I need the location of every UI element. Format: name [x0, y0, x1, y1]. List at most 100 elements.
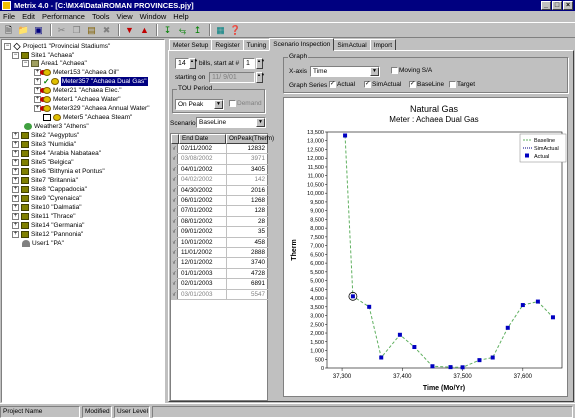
- tree-node-site[interactable]: + Site2 "Aegyptus": [12, 131, 79, 140]
- tab-scenario-inspection[interactable]: Scenario Inspection: [269, 38, 335, 51]
- expand-icon[interactable]: +: [12, 231, 19, 238]
- table-row[interactable]: √ 06/01/2002 1268: [171, 196, 268, 207]
- table-row[interactable]: √ 04/01/2002 3405: [171, 164, 268, 176]
- moving-sa-checkbox-box[interactable]: [391, 67, 398, 74]
- cell-onpeak[interactable]: 35: [226, 227, 267, 238]
- expand-icon[interactable]: +: [12, 177, 19, 184]
- tree-node-site[interactable]: + Site5 "Belgica": [12, 158, 74, 167]
- tree-down-icon[interactable]: ↧: [161, 24, 174, 37]
- copy-icon[interactable]: ❐: [70, 24, 83, 37]
- target-checkbox-box[interactable]: [449, 81, 456, 88]
- tou-period-select[interactable]: On Peak ▼: [175, 99, 224, 110]
- cell-end-date[interactable]: 10/01/2002: [179, 238, 225, 248]
- cell-end-date[interactable]: 06/01/2002: [179, 196, 225, 206]
- demand-checkbox-box[interactable]: [229, 100, 236, 107]
- cell-end-date[interactable]: 12/01/2002: [179, 258, 225, 268]
- starting-on-spinner[interactable]: ▲▼: [256, 72, 265, 83]
- tree-node-site[interactable]: + Site6 "Bithynia et Pontus": [12, 167, 105, 176]
- tree-node-site[interactable]: + Site4 "Arabia Nabataea": [12, 149, 101, 158]
- actual-checkbox[interactable]: ✓ Actual: [329, 81, 355, 88]
- table-row[interactable]: √ 12/01/2002 3740: [171, 258, 268, 269]
- cell-onpeak[interactable]: 2016: [226, 185, 267, 196]
- baseline-checkbox-box[interactable]: ✓: [409, 81, 416, 88]
- cell-onpeak[interactable]: 128: [226, 206, 267, 217]
- collapse-icon[interactable]: −: [22, 60, 29, 67]
- move-down-icon[interactable]: ▼: [123, 24, 136, 37]
- table-row[interactable]: √ 03/01/2003 5547: [171, 289, 268, 300]
- start-number-input[interactable]: 1: [243, 58, 255, 69]
- start-number-spinner[interactable]: ▲▼: [256, 58, 265, 69]
- table-row[interactable]: √ 07/01/2002 128: [171, 206, 268, 217]
- row-indicator-icon[interactable]: √: [171, 268, 178, 279]
- cell-end-date[interactable]: 04/30/2002: [179, 186, 225, 196]
- menu-view[interactable]: View: [116, 12, 132, 21]
- cell-end-date[interactable]: 09/01/2002: [179, 227, 225, 237]
- cell-onpeak[interactable]: 6891: [226, 279, 267, 290]
- minimize-button[interactable]: _: [541, 1, 551, 10]
- tree-node-meter357[interactable]: + ✓ Meter357 "Achaea Dual Gas": [34, 77, 148, 86]
- row-indicator-icon[interactable]: √: [171, 185, 178, 195]
- table-row[interactable]: √ 11/01/2002 2888: [171, 248, 268, 259]
- cell-end-date[interactable]: 01/01/2003: [179, 269, 225, 279]
- row-indicator-icon[interactable]: √: [171, 144, 178, 154]
- expand-icon[interactable]: +: [34, 69, 41, 76]
- column-header-onpeak[interactable]: OnPeak(Therm): [226, 134, 274, 144]
- cell-end-date[interactable]: 08/01/2002: [179, 217, 225, 227]
- expand-icon[interactable]: +: [34, 87, 41, 94]
- cell-onpeak[interactable]: 5547: [226, 289, 267, 300]
- row-indicator-icon[interactable]: √: [171, 154, 178, 164]
- report-icon[interactable]: ▦: [214, 24, 227, 37]
- row-indicator-icon[interactable]: √: [171, 258, 178, 268]
- target-checkbox[interactable]: Target: [449, 81, 475, 88]
- expand-icon[interactable]: +: [12, 213, 19, 220]
- expand-icon[interactable]: +: [12, 186, 19, 193]
- expand-icon[interactable]: +: [12, 204, 19, 211]
- expand-icon[interactable]: +: [12, 132, 19, 139]
- dropdown-arrow-icon[interactable]: ▼: [214, 100, 223, 109]
- tree-node-weather3[interactable]: Weather3 "Athens": [24, 122, 89, 131]
- tree-node-site[interactable]: + Site14 "Germania": [12, 221, 84, 230]
- row-indicator-icon[interactable]: √: [171, 164, 178, 175]
- paste-icon[interactable]: ▤: [85, 24, 98, 37]
- cut-icon[interactable]: ✂: [55, 24, 68, 37]
- cell-end-date[interactable]: 02/01/2003: [179, 279, 225, 289]
- tree-node-site[interactable]: + Site9 "Cyrenaica": [12, 194, 82, 203]
- actual-checkbox-box[interactable]: ✓: [329, 81, 336, 88]
- cell-onpeak[interactable]: 4728: [226, 268, 267, 279]
- baseline-checkbox[interactable]: ✓ BaseLine: [409, 81, 444, 88]
- menu-window[interactable]: Window: [140, 12, 167, 21]
- bills-count-input[interactable]: 14: [175, 58, 189, 69]
- tree-node-meter329[interactable]: + Meter329 "Achaea Annual Water": [34, 104, 150, 113]
- tree-branch-icon[interactable]: ⥃: [176, 24, 189, 37]
- table-row[interactable]: √ 02/11/2002 12832: [171, 144, 268, 155]
- expand-icon[interactable]: +: [12, 150, 19, 157]
- expand-icon[interactable]: +: [12, 195, 19, 202]
- x-axis-select[interactable]: Time ▼: [310, 66, 380, 77]
- table-row[interactable]: √ 09/01/2002 35: [171, 227, 268, 238]
- close-button[interactable]: ×: [563, 1, 573, 10]
- tree-up-icon[interactable]: ↥: [191, 24, 204, 37]
- table-row[interactable]: √ 02/01/2003 6891: [171, 279, 268, 290]
- row-indicator-icon[interactable]: √: [171, 289, 178, 299]
- table-row[interactable]: √ 04/30/2002 2016: [171, 185, 268, 196]
- simactual-checkbox[interactable]: ✓ SimActual: [364, 81, 401, 88]
- row-indicator-icon[interactable]: √: [171, 237, 178, 247]
- expand-icon[interactable]: +: [34, 105, 41, 112]
- help-icon[interactable]: ❓: [229, 24, 242, 37]
- scenario-select[interactable]: BaseLine ▼: [196, 117, 266, 128]
- cell-onpeak[interactable]: 142: [226, 175, 267, 186]
- menu-file[interactable]: File: [3, 12, 15, 21]
- bills-count-spinner[interactable]: ▲▼: [189, 58, 198, 69]
- cell-onpeak[interactable]: 28: [226, 216, 267, 227]
- expand-icon[interactable]: +: [12, 141, 19, 148]
- cell-end-date[interactable]: 04/01/2002: [179, 165, 225, 175]
- move-up-icon[interactable]: ▲: [138, 24, 151, 37]
- table-row[interactable]: √ 03/08/2002 3971: [171, 154, 268, 165]
- demand-checkbox[interactable]: Demand: [229, 100, 262, 107]
- tree-node-site[interactable]: + Site11 "Thrace": [12, 212, 76, 221]
- new-file-icon[interactable]: 🗎: [2, 24, 15, 37]
- cell-onpeak[interactable]: 2888: [226, 248, 267, 258]
- tree-node-site[interactable]: + Site10 "Dalmatia": [12, 203, 82, 212]
- tree-node-site[interactable]: + Site8 "Cappadocia": [12, 185, 87, 194]
- simactual-checkbox-box[interactable]: ✓: [364, 81, 371, 88]
